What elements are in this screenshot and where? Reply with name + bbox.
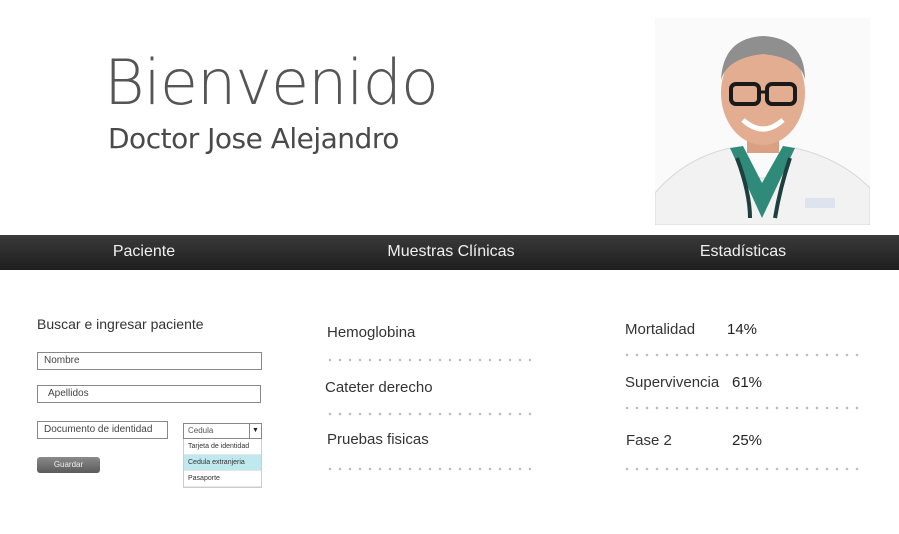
stat-value-supervivencia: 61%: [732, 374, 763, 391]
divider: [622, 353, 860, 357]
document-type-dropdown: Tarjeta de identidad Cedula extranjeria …: [183, 439, 262, 488]
divider: [325, 467, 531, 471]
nav-item-paciente[interactable]: Paciente: [94, 235, 194, 270]
save-button[interactable]: Guardar: [37, 457, 100, 473]
stat-label-fase-2: Fase 2: [626, 432, 672, 449]
stat-value-fase-2: 25%: [732, 432, 763, 449]
dropdown-option-cedula-extranjeria[interactable]: Cedula extranjeria: [184, 455, 261, 471]
nav-item-estadisticas[interactable]: Estadísticas: [688, 235, 798, 270]
doctor-portrait: [655, 18, 870, 225]
divider: [622, 406, 860, 410]
welcome-heading: Bienvenido: [104, 46, 439, 119]
sample-item-hemoglobina[interactable]: Hemoglobina: [327, 324, 415, 341]
dropdown-option-tarjeta[interactable]: Tarjeta de identidad: [184, 439, 261, 455]
document-field[interactable]: Documento de identidad: [37, 421, 168, 439]
nav-item-muestras-clinicas[interactable]: Muestras Clínicas: [376, 235, 526, 270]
name-field[interactable]: Nombre: [37, 352, 262, 370]
chevron-down-icon[interactable]: ▼: [249, 424, 261, 438]
document-type-selected: Cedula: [188, 426, 214, 435]
sample-item-pruebas[interactable]: Pruebas fisicas: [327, 431, 429, 448]
divider: [325, 412, 531, 416]
patient-search-title: Buscar e ingresar paciente: [37, 316, 204, 332]
stat-label-supervivencia: Supervivencia: [625, 374, 720, 391]
doctor-photo-icon: [655, 18, 870, 225]
main-navbar: Paciente Muestras Clínicas Estadísticas: [0, 235, 899, 270]
document-type-select[interactable]: Cedula ▼: [183, 423, 262, 439]
stat-value-mortalidad: 14%: [727, 321, 758, 338]
divider: [622, 467, 860, 471]
surname-field[interactable]: Apellidos: [37, 385, 261, 403]
sample-item-cateter[interactable]: Cateter derecho: [325, 379, 433, 396]
doctor-name: Doctor Jose Alejandro: [108, 122, 399, 155]
dropdown-option-pasaporte[interactable]: Pasaporte: [184, 471, 261, 487]
stat-label-mortalidad: Mortalidad: [625, 321, 696, 338]
divider: [325, 358, 531, 362]
